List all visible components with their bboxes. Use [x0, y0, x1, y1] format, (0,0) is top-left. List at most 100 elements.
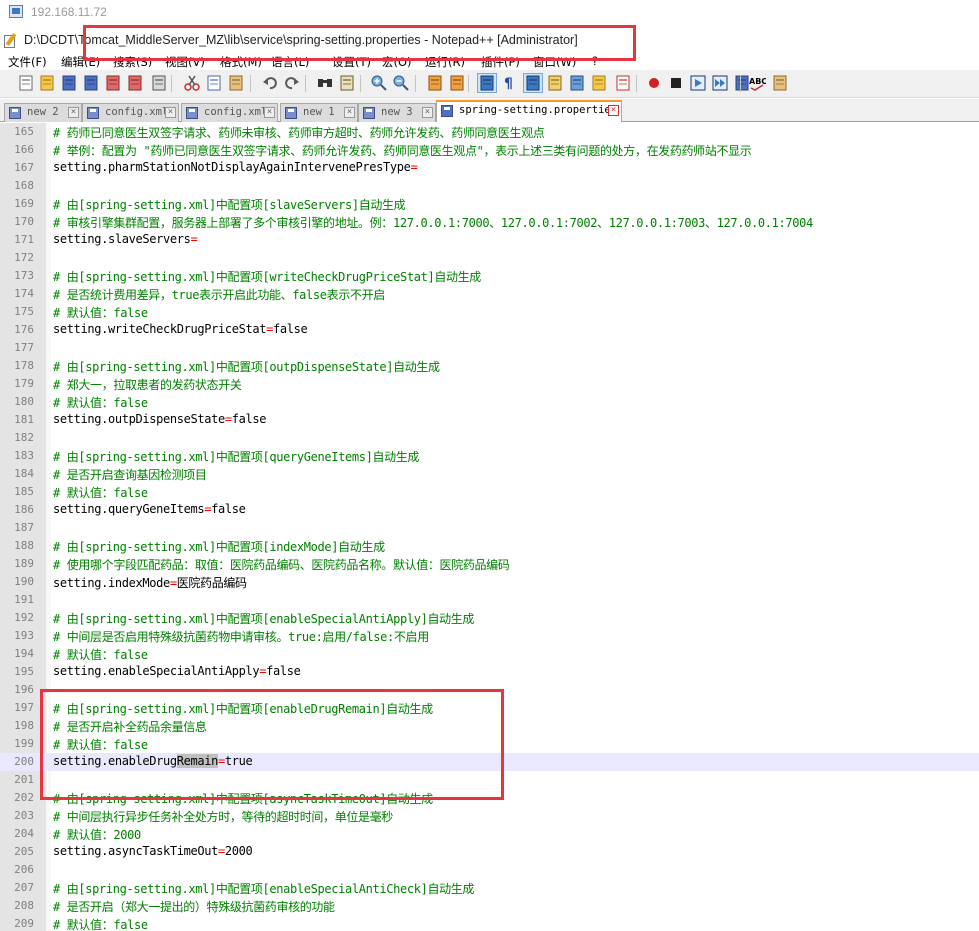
copy-icon[interactable] — [205, 74, 223, 92]
folder-workspace-icon[interactable] — [590, 74, 608, 92]
document-tab[interactable]: new 1 × — [280, 103, 358, 122]
play-macro-icon[interactable] — [689, 74, 707, 92]
print-icon[interactable] — [150, 74, 168, 92]
code-line[interactable]: 167 setting.pharmStationNotDisplayAgainIn… — [0, 159, 979, 177]
document-tab[interactable]: new 2 × — [4, 103, 82, 122]
spell-check-icon[interactable]: ABC — [748, 74, 767, 92]
code-line[interactable]: 176 setting.writeCheckDrugPriceStat=false — [0, 321, 979, 339]
paste-icon[interactable] — [227, 74, 245, 92]
tab-close-icon[interactable]: × — [68, 107, 79, 118]
tab-close-icon[interactable]: × — [264, 107, 275, 118]
code-line[interactable]: 173 # 由[spring-setting.xml]中配置项[writeChec… — [0, 267, 979, 285]
code-line[interactable]: 199 # 默认值：false — [0, 735, 979, 753]
code-line[interactable]: 186 setting.queryGeneItems=false — [0, 501, 979, 519]
stop-record-icon[interactable] — [667, 74, 685, 92]
close-icon[interactable] — [104, 74, 122, 92]
code-line[interactable]: 195 setting.enableSpecialAntiApply=false — [0, 663, 979, 681]
cut-icon[interactable] — [183, 74, 201, 92]
code-line[interactable]: 180 # 默认值：false — [0, 393, 979, 411]
code-line[interactable]: 200 setting.enableDrugRemain=true — [0, 753, 979, 771]
code-line[interactable]: 177 — [0, 339, 979, 357]
code-line[interactable]: 191 — [0, 591, 979, 609]
code-line[interactable]: 192 # 由[spring-setting.xml]中配置项[enableSpe… — [0, 609, 979, 627]
code-editor[interactable]: 165 # 药师已同意医生双签字请求、药师未审核、药师审方超时、药师允许发药、药师… — [0, 123, 979, 931]
tab-close-icon[interactable]: × — [422, 107, 433, 118]
code-line[interactable]: 182 — [0, 429, 979, 447]
undo-icon[interactable] — [261, 74, 279, 92]
code-line[interactable]: 205 setting.asyncTaskTimeOut=2000 — [0, 843, 979, 861]
menu-item[interactable]: 插件(P) — [481, 54, 520, 70]
close-all-icon[interactable] — [126, 74, 144, 92]
zoom-out-icon[interactable] — [392, 74, 410, 92]
code-line[interactable]: 188 # 由[spring-setting.xml]中配置项[indexMode… — [0, 537, 979, 555]
find-icon[interactable] — [316, 74, 334, 92]
code-line[interactable]: 189 # 使用哪个字段匹配药品：取值：医院药品编码、医院药品名称。默认值：医院药… — [0, 555, 979, 573]
save-all-icon[interactable] — [82, 74, 100, 92]
word-wrap-icon[interactable] — [477, 73, 497, 93]
replace-icon[interactable] — [338, 74, 356, 92]
new-file-icon[interactable] — [17, 74, 35, 92]
code-line[interactable]: 187 — [0, 519, 979, 537]
record-macro-icon[interactable] — [645, 74, 663, 92]
run-macro-multiple-icon[interactable] — [711, 74, 729, 92]
document-tab[interactable]: spring-setting.properties × — [436, 100, 622, 122]
code-line[interactable]: 203 # 中间层执行异步任务补全处方时，等待的超时时间，单位是毫秒 — [0, 807, 979, 825]
code-line[interactable]: 202 # 由[spring-setting.xml]中配置项[asyncTask… — [0, 789, 979, 807]
code-line[interactable]: 206 — [0, 861, 979, 879]
code-line[interactable]: 166 # 举例：配置为 "药师已同意医生双签字请求、药师允许发药、药师同意医生观… — [0, 141, 979, 159]
code-line[interactable]: 181 setting.outpDispenseState=false — [0, 411, 979, 429]
function-list-icon[interactable] — [568, 74, 586, 92]
menu-item[interactable]: 格式(M) — [220, 54, 262, 70]
code-line[interactable]: 172 — [0, 249, 979, 267]
menu-item[interactable]: 窗口(W) — [533, 54, 576, 70]
show-all-chars-icon[interactable]: ¶ — [500, 74, 518, 92]
menu-item[interactable]: 视图(V) — [165, 54, 205, 70]
code-line[interactable]: 197 # 由[spring-setting.xml]中配置项[enableDru… — [0, 699, 979, 717]
sync-vertical-icon[interactable] — [426, 74, 444, 92]
indent-guide-icon[interactable] — [523, 73, 543, 93]
code-line[interactable]: 178 # 由[spring-setting.xml]中配置项[outpDispe… — [0, 357, 979, 375]
code-line[interactable]: 185 # 默认值：false — [0, 483, 979, 501]
code-line[interactable]: 190 setting.indexMode=医院药品编码 — [0, 573, 979, 591]
code-line[interactable]: 170 # 审核引擎集群配置，服务器上部署了多个审核引擎的地址。例：127.0.0… — [0, 213, 979, 231]
menu-item[interactable]: 设置(T) — [332, 54, 371, 70]
open-file-icon[interactable] — [38, 74, 56, 92]
save-icon[interactable] — [60, 74, 78, 92]
code-line[interactable]: 208 # 是否开启（郑大一提出的）特殊级抗菌药审核的功能 — [0, 897, 979, 915]
code-line[interactable]: 207 # 由[spring-setting.xml]中配置项[enableSpe… — [0, 879, 979, 897]
code-line[interactable]: 165 # 药师已同意医生双签字请求、药师未审核、药师审方超时、药师允许发药、药师… — [0, 123, 979, 141]
code-line[interactable]: 179 # 郑大一，拉取患者的发药状态开关 — [0, 375, 979, 393]
tab-close-icon[interactable]: × — [344, 107, 355, 118]
code-line[interactable]: 171 setting.slaveServers= — [0, 231, 979, 249]
menu-item[interactable]: 运行(R) — [425, 54, 465, 70]
menu-item[interactable]: 搜索(S) — [113, 54, 152, 70]
code-line[interactable]: 168 — [0, 177, 979, 195]
redo-icon[interactable] — [283, 74, 301, 92]
code-line[interactable]: 196 — [0, 681, 979, 699]
code-line[interactable]: 183 # 由[spring-setting.xml]中配置项[queryGene… — [0, 447, 979, 465]
document-tab[interactable]: new 3 × — [358, 103, 436, 122]
code-line[interactable]: 193 # 中间层是否启用特殊级抗菌药物申请审核。true:启用/false:不启… — [0, 627, 979, 645]
code-line[interactable]: 209 # 默认值：false — [0, 915, 979, 931]
code-line[interactable]: 204 # 默认值：2000 — [0, 825, 979, 843]
menu-item[interactable]: 编辑(E) — [61, 54, 100, 70]
doc-map-icon[interactable] — [546, 74, 564, 92]
tab-close-icon[interactable]: × — [165, 107, 176, 118]
plugin-icon[interactable] — [771, 74, 789, 92]
document-tab[interactable]: config.xml × — [82, 103, 179, 122]
code-line[interactable]: 194 # 默认值：false — [0, 645, 979, 663]
code-line[interactable]: 175 # 默认值：false — [0, 303, 979, 321]
code-line[interactable]: 174 # 是否统计费用差异，true表示开启此功能、false表示不开启 — [0, 285, 979, 303]
code-line[interactable]: 169 # 由[spring-setting.xml]中配置项[slaveServ… — [0, 195, 979, 213]
menu-item[interactable]: 语言(L) — [271, 54, 309, 70]
code-line[interactable]: 184 # 是否开启查询基因检测项目 — [0, 465, 979, 483]
code-line[interactable]: 198 # 是否开启补全药品余量信息 — [0, 717, 979, 735]
monitoring-icon[interactable] — [614, 74, 632, 92]
menu-item[interactable]: 文件(F) — [8, 54, 47, 70]
sync-horizontal-icon[interactable] — [448, 74, 466, 92]
tab-close-icon[interactable]: × — [608, 105, 619, 116]
document-tab[interactable]: config.xml × — [181, 103, 278, 122]
menu-item[interactable]: 宏(O) — [382, 54, 412, 70]
zoom-in-icon[interactable] — [370, 74, 388, 92]
code-line[interactable]: 201 — [0, 771, 979, 789]
